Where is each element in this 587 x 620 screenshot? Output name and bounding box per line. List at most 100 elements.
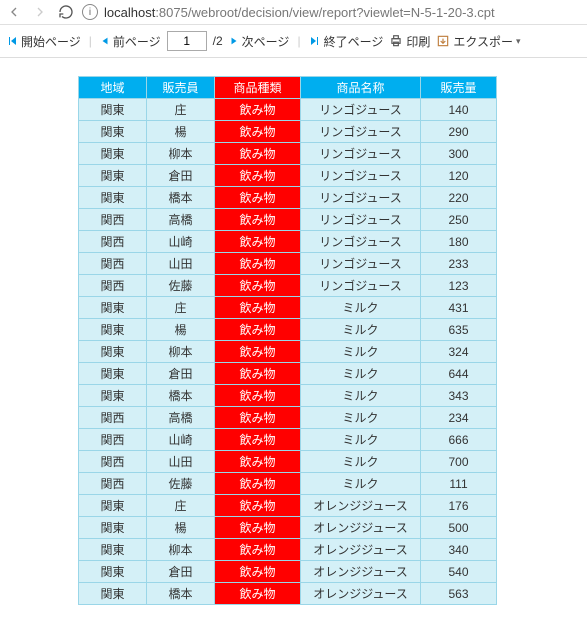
url-box[interactable]: i localhost:8075/webroot/decision/view/r…: [82, 4, 581, 20]
prev-page-label: 前ページ: [113, 33, 161, 50]
cell-region: 関西: [79, 275, 147, 297]
table-row: 関西山田飲み物リンゴジュース233: [79, 253, 497, 275]
header-qty: 販売量: [421, 77, 497, 99]
cell-name: ミルク: [301, 385, 421, 407]
cell-region: 関西: [79, 407, 147, 429]
cell-qty: 220: [421, 187, 497, 209]
cell-type: 飲み物: [215, 231, 301, 253]
cell-qty: 563: [421, 583, 497, 605]
report-toolbar: 開始ページ | 前ページ /2 次ページ | 終了ページ 印刷 エクスポー ▾: [0, 25, 587, 58]
cell-type: 飲み物: [215, 209, 301, 231]
table-row: 関西山崎飲み物ミルク666: [79, 429, 497, 451]
print-button[interactable]: 印刷: [389, 33, 430, 50]
cell-qty: 340: [421, 539, 497, 561]
separator: |: [89, 34, 92, 48]
table-row: 関西山田飲み物ミルク700: [79, 451, 497, 473]
cell-name: リンゴジュース: [301, 99, 421, 121]
last-page-icon: [309, 35, 321, 47]
cell-qty: 324: [421, 341, 497, 363]
cell-type: 飲み物: [215, 319, 301, 341]
cell-name: ミルク: [301, 451, 421, 473]
separator: |: [297, 34, 300, 48]
cell-region: 関東: [79, 341, 147, 363]
url-port: :8075: [155, 5, 188, 20]
cell-seller: 山崎: [147, 429, 215, 451]
cell-qty: 431: [421, 297, 497, 319]
next-page-label: 次ページ: [242, 33, 290, 50]
cell-region: 関東: [79, 187, 147, 209]
table-row: 関東楊飲み物オレンジジュース500: [79, 517, 497, 539]
cell-region: 関東: [79, 385, 147, 407]
cell-type: 飲み物: [215, 121, 301, 143]
table-header-row: 地域 販売員 商品種類 商品名称 販売量: [79, 77, 497, 99]
cell-seller: 楊: [147, 319, 215, 341]
first-page-button[interactable]: 開始ページ: [6, 33, 81, 50]
cell-name: リンゴジュース: [301, 231, 421, 253]
cell-type: 飲み物: [215, 407, 301, 429]
cell-region: 関西: [79, 473, 147, 495]
back-icon[interactable]: [6, 4, 22, 20]
cell-region: 関東: [79, 319, 147, 341]
cell-region: 関東: [79, 165, 147, 187]
table-row: 関東橋本飲み物リンゴジュース220: [79, 187, 497, 209]
cell-seller: 山崎: [147, 231, 215, 253]
cell-qty: 300: [421, 143, 497, 165]
table-row: 関東庄飲み物オレンジジュース176: [79, 495, 497, 517]
cell-qty: 120: [421, 165, 497, 187]
cell-qty: 180: [421, 231, 497, 253]
table-row: 関東倉田飲み物リンゴジュース120: [79, 165, 497, 187]
cell-seller: 橋本: [147, 583, 215, 605]
cell-seller: 倉田: [147, 165, 215, 187]
table-row: 関東倉田飲み物オレンジジュース540: [79, 561, 497, 583]
last-page-button[interactable]: 終了ページ: [309, 33, 384, 50]
cell-type: 飲み物: [215, 517, 301, 539]
cell-region: 関西: [79, 253, 147, 275]
next-page-icon: [229, 36, 239, 46]
cell-type: 飲み物: [215, 165, 301, 187]
table-row: 関東楊飲み物リンゴジュース290: [79, 121, 497, 143]
cell-seller: 楊: [147, 121, 215, 143]
cell-seller: 庄: [147, 495, 215, 517]
header-type: 商品種類: [215, 77, 301, 99]
cell-type: 飲み物: [215, 297, 301, 319]
cell-seller: 庄: [147, 99, 215, 121]
forward-icon[interactable]: [32, 4, 48, 20]
cell-name: ミルク: [301, 319, 421, 341]
cell-type: 飲み物: [215, 495, 301, 517]
cell-region: 関東: [79, 99, 147, 121]
table-row: 関東柳本飲み物リンゴジュース300: [79, 143, 497, 165]
cell-name: リンゴジュース: [301, 165, 421, 187]
cell-type: 飲み物: [215, 429, 301, 451]
reload-icon[interactable]: [58, 4, 74, 20]
next-page-button[interactable]: 次ページ: [229, 33, 290, 50]
table-row: 関西佐藤飲み物リンゴジュース123: [79, 275, 497, 297]
page-number-input[interactable]: [167, 31, 207, 51]
prev-page-button[interactable]: 前ページ: [100, 33, 161, 50]
cell-type: 飲み物: [215, 341, 301, 363]
cell-name: リンゴジュース: [301, 253, 421, 275]
first-page-label: 開始ページ: [21, 33, 81, 50]
cell-region: 関西: [79, 429, 147, 451]
table-row: 関東柳本飲み物オレンジジュース340: [79, 539, 497, 561]
export-label: エクスポー: [453, 33, 513, 50]
cell-name: リンゴジュース: [301, 209, 421, 231]
export-button[interactable]: エクスポー ▾: [436, 33, 520, 50]
cell-name: リンゴジュース: [301, 143, 421, 165]
cell-type: 飲み物: [215, 363, 301, 385]
cell-qty: 290: [421, 121, 497, 143]
cell-type: 飲み物: [215, 539, 301, 561]
cell-name: ミルク: [301, 341, 421, 363]
table-row: 関東楊飲み物ミルク635: [79, 319, 497, 341]
cell-seller: 山田: [147, 451, 215, 473]
table-row: 関東倉田飲み物ミルク644: [79, 363, 497, 385]
cell-seller: 倉田: [147, 363, 215, 385]
prev-page-icon: [100, 36, 110, 46]
cell-type: 飲み物: [215, 451, 301, 473]
cell-qty: 250: [421, 209, 497, 231]
cell-name: オレンジジュース: [301, 539, 421, 561]
cell-region: 関東: [79, 297, 147, 319]
cell-type: 飲み物: [215, 253, 301, 275]
table-row: 関西佐藤飲み物ミルク111: [79, 473, 497, 495]
cell-region: 関東: [79, 517, 147, 539]
site-info-icon[interactable]: i: [82, 4, 98, 20]
